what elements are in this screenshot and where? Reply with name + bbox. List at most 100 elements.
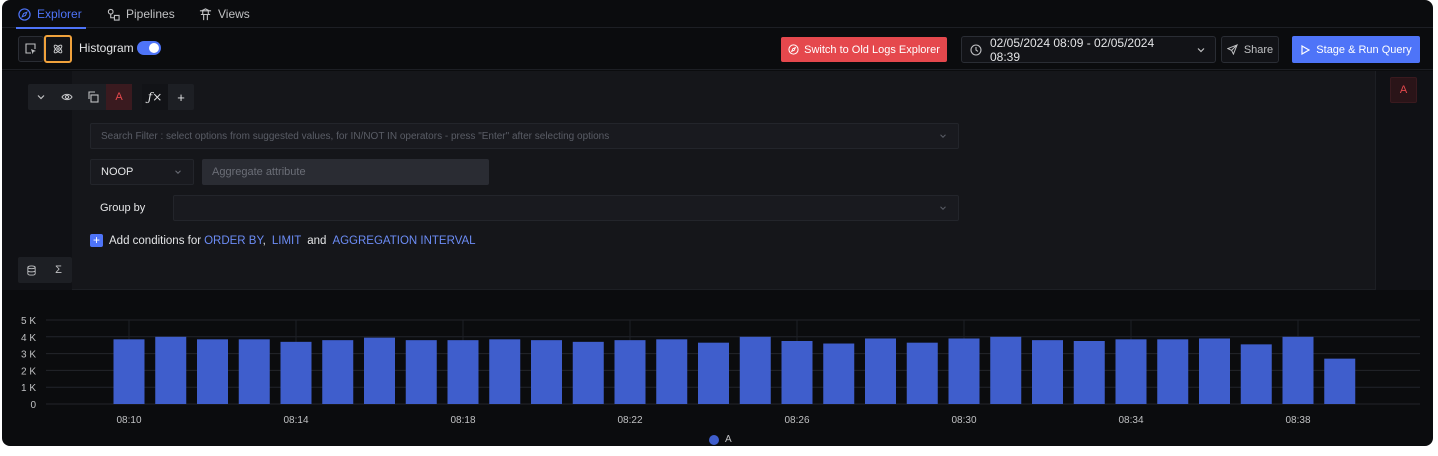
search-filter-input[interactable]: Search Filter : select options from sugg… — [90, 123, 959, 149]
aggregate-operator-value: NOOP — [101, 166, 134, 178]
histogram-bar — [781, 341, 813, 404]
histogram-bar — [1032, 340, 1063, 404]
histogram-bar — [364, 337, 395, 404]
limit-link[interactable]: LIMIT — [272, 235, 301, 247]
add-conditions-and: and — [307, 234, 327, 247]
copy-icon — [88, 91, 99, 103]
atom-icon — [53, 44, 63, 54]
send-icon — [1226, 44, 1238, 55]
tab-bar: Explorer Pipelines Views — [2, 0, 1433, 29]
histogram-bar — [990, 336, 1022, 404]
aggregation-interval-link[interactable]: AGGREGATION INTERVAL — [332, 235, 475, 247]
add-conditions: + Add conditions for ORDER BY, LIMIT and… — [90, 234, 476, 247]
clone-query-button[interactable] — [80, 84, 106, 110]
histogram-bar — [865, 338, 896, 404]
histogram-bar — [823, 343, 855, 404]
add-conditions-comma: , — [262, 234, 266, 247]
compass-icon — [788, 44, 799, 55]
play-icon — [1301, 44, 1311, 55]
views-icon — [199, 7, 212, 20]
group-by-select[interactable] — [173, 195, 959, 221]
histogram-bar — [405, 340, 437, 404]
histogram-bar — [948, 338, 980, 404]
legend-swatch — [709, 434, 719, 445]
toggle-visibility-button[interactable] — [54, 84, 80, 110]
function-icon: ƒ× — [147, 90, 163, 104]
tab-explorer-label: Explorer — [37, 7, 82, 21]
switch-old-explorer-button[interactable]: Switch to Old Logs Explorer — [781, 37, 947, 62]
histogram-bar — [489, 339, 521, 404]
histogram-toggle[interactable] — [137, 41, 161, 55]
add-query-button[interactable]: + — [168, 84, 194, 110]
toolbar: Histogram Switch to Old Logs Explorer 02… — [2, 28, 1433, 70]
chart-legend[interactable]: A — [709, 434, 732, 445]
select-fields-button[interactable] — [18, 36, 44, 62]
x-tick-label: 08:18 — [450, 415, 475, 426]
tab-pipelines[interactable]: Pipelines — [107, 0, 175, 28]
x-tick-label: 08:22 — [617, 415, 642, 426]
x-tick-label: 08:14 — [283, 415, 308, 426]
compass-icon — [18, 7, 31, 21]
aggregate-attribute-placeholder: Aggregate attribute — [212, 166, 306, 178]
histogram-bar — [155, 336, 187, 404]
x-tick-label: 08:10 — [116, 415, 141, 426]
aggregate-operator-select[interactable]: NOOP — [90, 159, 194, 185]
histogram-bar — [447, 340, 479, 404]
tab-explorer[interactable]: Explorer — [16, 0, 86, 29]
order-by-link[interactable]: ORDER BY — [204, 235, 263, 247]
histogram-bar — [280, 341, 312, 404]
group-by-label: Group by — [100, 202, 146, 214]
y-tick-label: 4 K — [21, 333, 36, 344]
query-builder: A A ƒ× + Search Filter : select options … — [2, 71, 1433, 290]
histogram-bar — [238, 339, 270, 404]
histogram-bar — [1073, 341, 1105, 404]
histogram-bar — [614, 340, 646, 404]
x-tick-label: 08:26 — [784, 415, 809, 426]
chevron-down-icon — [175, 170, 181, 174]
search-filter-placeholder: Search Filter : select options from sugg… — [101, 130, 610, 142]
histogram-bar — [656, 339, 688, 404]
histogram-bar — [739, 336, 771, 404]
add-formula-button[interactable]: ƒ× — [142, 84, 168, 110]
eye-icon — [61, 93, 73, 101]
x-tick-label: 08:30 — [951, 415, 976, 426]
cursor-select-icon — [25, 43, 36, 55]
histogram-bar — [906, 342, 938, 404]
histogram-bar — [531, 340, 562, 404]
pipelines-icon — [107, 8, 120, 21]
time-range-picker[interactable]: 02/05/2024 08:09 - 02/05/2024 08:39 — [961, 36, 1216, 64]
aggregate-attribute-input[interactable]: Aggregate attribute — [202, 159, 489, 185]
histogram-bar — [322, 340, 354, 404]
histogram-chart: 0 1 K 2 K 3 K 4 K 5 K 08:10 08:14 08:18 08:22 08:2… — [2, 291, 1433, 446]
sigma-icon[interactable]: Σ — [45, 257, 72, 283]
histogram-svg: 0 1 K 2 K 3 K 4 K 5 K 08:10 08:14 08:18 08:22 08:2… — [21, 316, 1420, 426]
legend-label: A — [725, 434, 732, 445]
plus-square-icon[interactable]: + — [90, 234, 103, 247]
chevron-down-icon — [1197, 47, 1205, 52]
tab-views[interactable]: Views — [199, 0, 250, 28]
chevron-down-icon — [37, 95, 45, 100]
histogram-settings-button[interactable] — [44, 35, 72, 63]
query-builder-mode-button[interactable] — [18, 257, 45, 283]
share-label: Share — [1243, 43, 1274, 56]
histogram-bar — [1157, 339, 1189, 404]
share-button[interactable]: Share — [1221, 36, 1279, 63]
app-window: Explorer Pipelines Views Histogram Switc… — [2, 0, 1433, 446]
query-a-badge[interactable]: A — [1390, 77, 1417, 103]
query-letter-badge[interactable]: A — [106, 84, 132, 110]
histogram-bar — [1115, 339, 1147, 404]
collapse-query-button[interactable] — [28, 84, 54, 110]
histogram-bar — [1282, 336, 1314, 404]
y-tick-label: 3 K — [21, 350, 36, 361]
chevron-down-icon — [940, 134, 946, 138]
histogram-bar — [1199, 338, 1230, 404]
stage-run-query-button[interactable]: Stage & Run Query — [1292, 36, 1420, 63]
histogram-label: Histogram — [79, 41, 134, 55]
query-header-controls: A — [28, 84, 132, 110]
chevron-down-icon — [940, 206, 946, 210]
histogram-bar — [113, 339, 145, 404]
histogram-bar — [572, 341, 604, 404]
y-tick-label: 2 K — [21, 366, 36, 377]
y-tick-label: 0 — [30, 400, 36, 411]
histogram-bar — [1240, 344, 1272, 404]
